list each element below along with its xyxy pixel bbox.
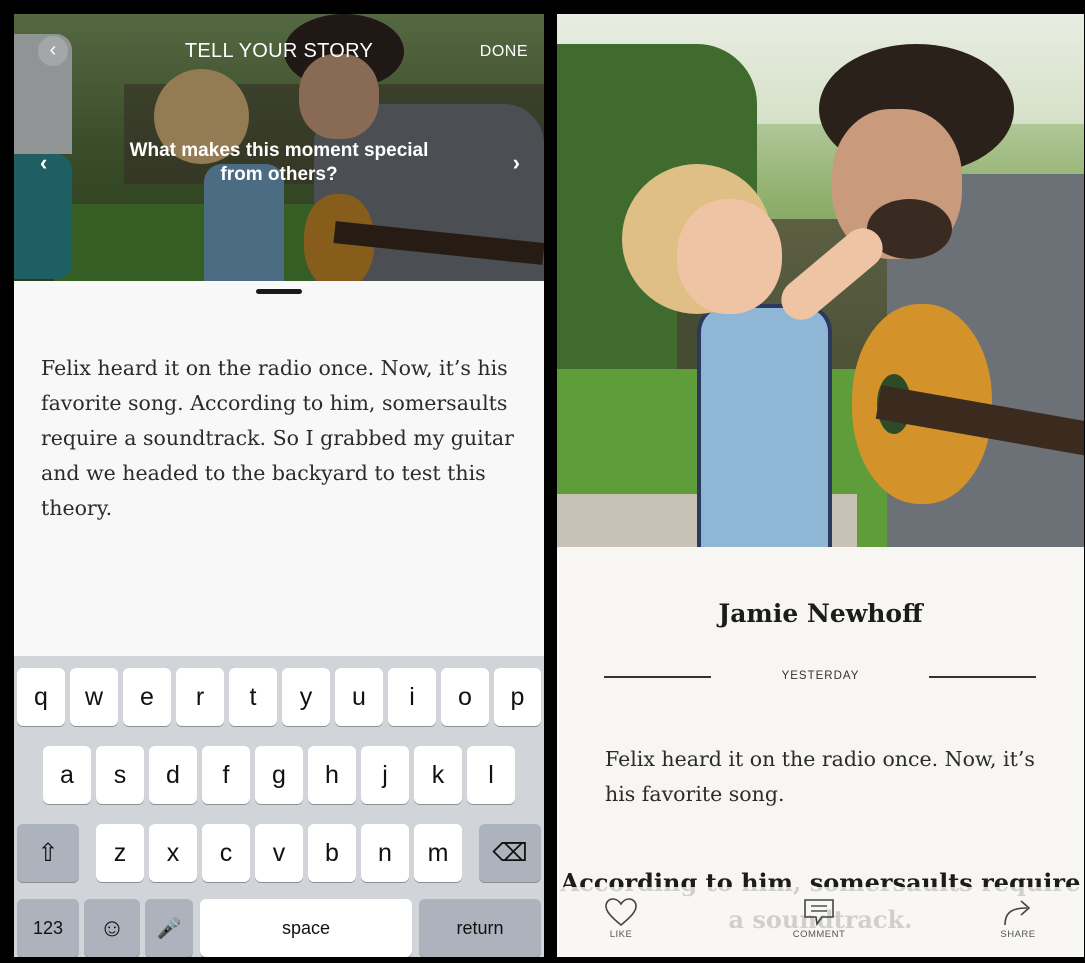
share-button[interactable]: SHARE	[978, 897, 1058, 940]
key-c[interactable]: c	[202, 824, 250, 882]
sheet-grabber-handle[interactable]	[256, 289, 302, 294]
next-prompt-icon[interactable]: ›	[513, 150, 520, 176]
keyboard: q w e r t y u i o p a s d f g h j k l ⇧ …	[14, 656, 544, 957]
key-v[interactable]: v	[255, 824, 303, 882]
story-text-input[interactable]: Felix heard it on the radio once. Now, i…	[41, 351, 521, 526]
post-body-text: Felix heard it on the radio once. Now, i…	[605, 747, 1035, 806]
key-a[interactable]: a	[43, 746, 91, 804]
delete-icon: ⌫	[492, 839, 528, 867]
key-l[interactable]: l	[467, 746, 515, 804]
key-u[interactable]: u	[335, 668, 383, 726]
key-j[interactable]: j	[361, 746, 409, 804]
key-d[interactable]: d	[149, 746, 197, 804]
comment-icon	[804, 899, 834, 927]
story-editor-screen: ‹ TELL YOUR STORY DONE ‹ What makes this…	[14, 14, 544, 957]
delete-key[interactable]: ⌫	[479, 824, 541, 882]
shift-key[interactable]: ⇧	[17, 824, 79, 882]
key-y[interactable]: y	[282, 668, 330, 726]
story-photo: ‹ TELL YOUR STORY DONE ‹ What makes this…	[14, 14, 544, 281]
key-h[interactable]: h	[308, 746, 356, 804]
done-button[interactable]: DONE	[480, 43, 528, 61]
key-b[interactable]: b	[308, 824, 356, 882]
space-key[interactable]: space	[200, 899, 412, 957]
share-icon	[1004, 900, 1031, 926]
key-o[interactable]: o	[441, 668, 489, 726]
key-s[interactable]: s	[96, 746, 144, 804]
key-w[interactable]: w	[70, 668, 118, 726]
story-view-screen: Jamie Newhoff YESTERDAY Felix heard it o…	[557, 14, 1084, 957]
photo-child-body	[697, 304, 832, 547]
key-k[interactable]: k	[414, 746, 462, 804]
key-p[interactable]: p	[494, 668, 541, 726]
key-r[interactable]: r	[176, 668, 224, 726]
share-label: SHARE	[1000, 929, 1036, 940]
divider-right	[929, 676, 1036, 678]
key-g[interactable]: g	[255, 746, 303, 804]
like-button[interactable]: LIKE	[581, 897, 661, 940]
author-name[interactable]: Jamie Newhoff	[557, 599, 1084, 628]
post-photo	[557, 14, 1084, 547]
story-prompt: What makes this moment special from othe…	[129, 140, 429, 185]
page-title: TELL YOUR STORY	[184, 40, 374, 62]
numbers-key[interactable]: 123	[17, 899, 79, 957]
return-key[interactable]: return	[419, 899, 541, 957]
dictation-key[interactable]: 🎤	[145, 899, 193, 957]
key-x[interactable]: x	[149, 824, 197, 882]
key-z[interactable]: z	[96, 824, 144, 882]
microphone-icon: 🎤	[156, 917, 182, 940]
emoji-icon: ☺	[99, 913, 125, 942]
comment-label: COMMENT	[792, 929, 846, 940]
shift-icon: ⇧	[37, 839, 59, 867]
key-f[interactable]: f	[202, 746, 250, 804]
emoji-key[interactable]: ☺	[84, 899, 140, 957]
action-bar: LIKE COMMENT SHARE	[557, 887, 1084, 957]
comment-button[interactable]: COMMENT	[779, 897, 859, 940]
key-n[interactable]: n	[361, 824, 409, 882]
like-label: LIKE	[609, 929, 633, 940]
key-e[interactable]: e	[123, 668, 171, 726]
key-t[interactable]: t	[229, 668, 277, 726]
photo-child-face	[677, 199, 782, 314]
key-m[interactable]: m	[414, 824, 462, 882]
prev-prompt-icon[interactable]: ‹	[40, 150, 47, 176]
heart-icon	[605, 898, 637, 927]
key-q[interactable]: q	[17, 668, 65, 726]
key-i[interactable]: i	[388, 668, 436, 726]
